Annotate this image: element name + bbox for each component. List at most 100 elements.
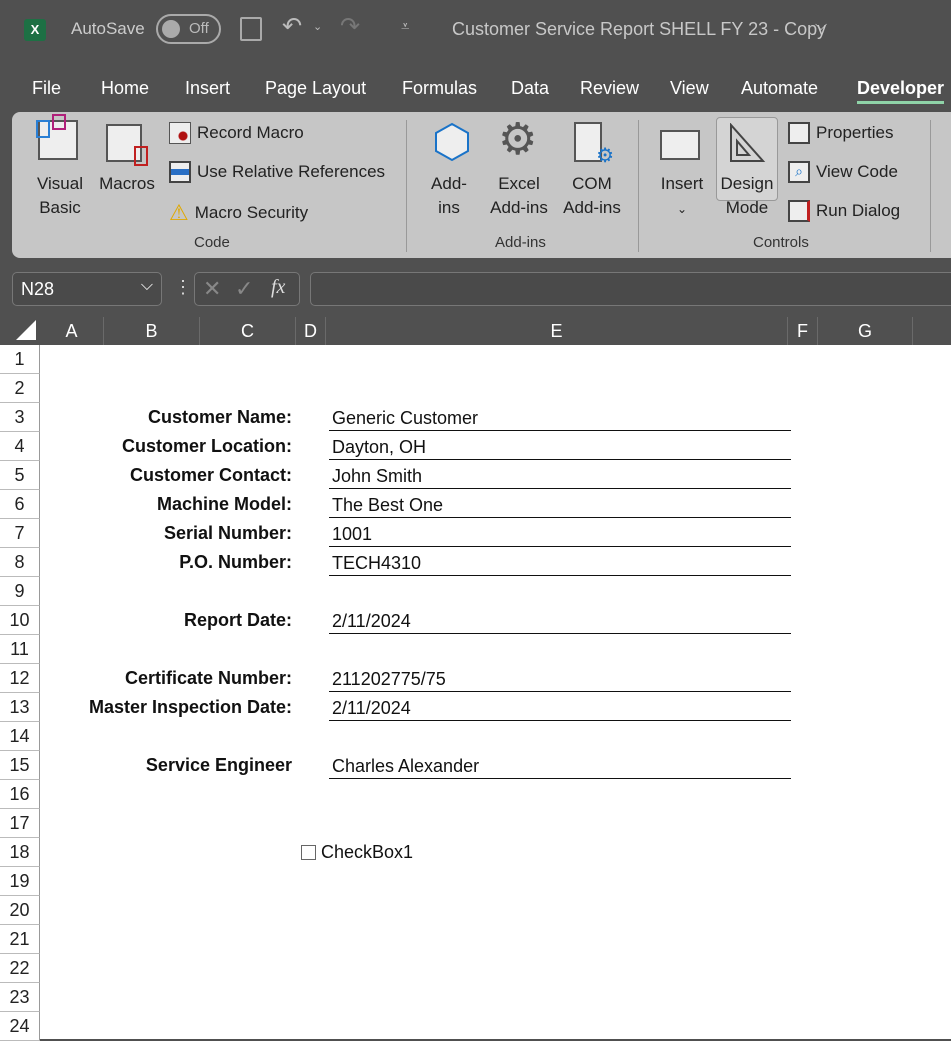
document-title[interactable]: Customer Service Report SHELL FY 23 - Co… bbox=[452, 19, 826, 40]
row-header-20[interactable]: 20 bbox=[0, 896, 40, 925]
row-header-2[interactable]: 2 bbox=[0, 374, 40, 403]
worksheet-grid[interactable]: CheckBox1 Customer Name: Generic Customer… bbox=[40, 345, 951, 1039]
field-label: Customer Name: bbox=[147, 407, 292, 427]
customize-qat-icon[interactable]: ⩡ bbox=[401, 18, 409, 35]
field-value-cell[interactable]: 1001 bbox=[329, 519, 791, 547]
tab-formulas[interactable]: Formulas bbox=[402, 78, 477, 99]
checkbox-icon[interactable] bbox=[301, 845, 316, 860]
tab-file[interactable]: File bbox=[32, 78, 61, 99]
tab-insert[interactable]: Insert bbox=[185, 78, 230, 99]
field-label: Customer Contact: bbox=[129, 465, 292, 485]
row-header-14[interactable]: 14 bbox=[0, 722, 40, 751]
macro-security-button[interactable]: ⚠ Macro Security bbox=[169, 200, 308, 226]
save-icon[interactable] bbox=[240, 17, 262, 41]
field-value-cell[interactable]: John Smith bbox=[329, 461, 791, 489]
insert-function-icon[interactable]: fx bbox=[271, 276, 285, 299]
field-value-cell[interactable]: Charles Alexander bbox=[329, 751, 791, 779]
use-relative-references-button[interactable]: Use Relative References bbox=[169, 161, 385, 183]
title-bar: X AutoSave Off ↶ ⌄ ↷ ⩡ Customer Service … bbox=[0, 0, 951, 60]
ribbon: Visual Basic Macros Record Macro Use Rel… bbox=[12, 112, 951, 258]
macros-button[interactable]: Macros bbox=[96, 172, 158, 196]
column-header-e[interactable]: E bbox=[326, 317, 788, 345]
tab-data[interactable]: Data bbox=[511, 78, 549, 99]
code-group-label: Code bbox=[194, 234, 230, 251]
row-header-21[interactable]: 21 bbox=[0, 925, 40, 954]
row-header-7[interactable]: 7 bbox=[0, 519, 40, 548]
field-value-cell[interactable]: Generic Customer bbox=[329, 403, 791, 431]
tab-developer[interactable]: Developer bbox=[857, 78, 945, 104]
row-header-15[interactable]: 15 bbox=[0, 751, 40, 780]
visual-basic-button[interactable]: Visual Basic bbox=[32, 172, 88, 220]
row-header-8[interactable]: 8 bbox=[0, 548, 40, 577]
field-value-cell[interactable]: 2/11/2024 bbox=[329, 606, 791, 634]
addins-button[interactable]: Add-ins bbox=[424, 172, 474, 220]
column-header-c[interactable]: C bbox=[200, 317, 296, 345]
autosave-toggle[interactable]: Off bbox=[156, 14, 221, 44]
row-header-24[interactable]: 24 bbox=[0, 1012, 40, 1041]
row-header-3[interactable]: 3 bbox=[0, 403, 40, 432]
record-macro-button[interactable]: Record Macro bbox=[169, 122, 304, 144]
more-options-icon[interactable]: ⋮ bbox=[174, 277, 192, 298]
row-header-9[interactable]: 9 bbox=[0, 577, 40, 606]
run-dialog-button[interactable]: Run Dialog bbox=[788, 200, 900, 222]
tab-view[interactable]: View bbox=[670, 78, 709, 99]
undo-dropdown-icon[interactable]: ⌄ bbox=[313, 20, 322, 33]
field-value-cell[interactable]: Dayton, OH bbox=[329, 432, 791, 460]
column-header-g[interactable]: G bbox=[818, 317, 913, 345]
select-all-corner[interactable] bbox=[16, 320, 36, 340]
row-header-1[interactable]: 1 bbox=[0, 345, 40, 374]
row-header-19[interactable]: 19 bbox=[0, 867, 40, 896]
tab-automate[interactable]: Automate bbox=[741, 78, 818, 99]
group-separator bbox=[406, 120, 407, 252]
controls-group-label: Controls bbox=[753, 234, 809, 251]
row-header-6[interactable]: 6 bbox=[0, 490, 40, 519]
checkbox1[interactable]: CheckBox1 bbox=[301, 842, 413, 863]
chevron-down-icon[interactable]: ⌵ bbox=[141, 277, 153, 295]
row-header-10[interactable]: 10 bbox=[0, 606, 40, 635]
addins-group-label: Add-ins bbox=[495, 234, 546, 251]
row-header-13[interactable]: 13 bbox=[0, 693, 40, 722]
field-value-cell[interactable]: 2/11/2024 bbox=[329, 693, 791, 721]
undo-icon[interactable]: ↶ bbox=[282, 12, 302, 41]
insert-controls-button[interactable]: Insert ⌄ bbox=[654, 172, 710, 221]
field-value-cell[interactable]: The Best One bbox=[329, 490, 791, 518]
formula-input[interactable] bbox=[310, 272, 951, 306]
gear-icon: ⚙ bbox=[498, 115, 538, 164]
row-header-16[interactable]: 16 bbox=[0, 780, 40, 809]
name-box[interactable]: N28 ⌵ bbox=[12, 272, 162, 306]
row-header-4[interactable]: 4 bbox=[0, 432, 40, 461]
column-header-b[interactable]: B bbox=[104, 317, 200, 345]
com-addins-button[interactable]: COM Add-ins bbox=[557, 172, 627, 220]
warning-icon: ⚠ bbox=[169, 200, 189, 225]
design-mode-button[interactable]: Design Mode bbox=[716, 117, 778, 217]
view-code-button[interactable]: ⌕ View Code bbox=[788, 161, 898, 183]
row-header-5[interactable]: 5 bbox=[0, 461, 40, 490]
row-header-18[interactable]: 18 bbox=[0, 838, 40, 867]
field-label: Serial Number: bbox=[163, 523, 292, 543]
field-value-cell[interactable]: 211202775/75 bbox=[329, 664, 791, 692]
triangle-ruler-icon bbox=[730, 123, 766, 162]
autosave-label: AutoSave bbox=[71, 19, 145, 38]
field-label: Customer Location: bbox=[121, 436, 292, 456]
chevron-down-icon[interactable]: ⌵ bbox=[815, 17, 827, 35]
column-header-a[interactable]: A bbox=[40, 317, 104, 345]
row-header-23[interactable]: 23 bbox=[0, 983, 40, 1012]
field-value-cell[interactable]: TECH4310 bbox=[329, 548, 791, 576]
row-header-11[interactable]: 11 bbox=[0, 635, 40, 664]
excel-icon: X bbox=[24, 19, 46, 41]
row-header-22[interactable]: 22 bbox=[0, 954, 40, 983]
tab-page-layout[interactable]: Page Layout bbox=[265, 78, 366, 99]
properties-button[interactable]: Properties bbox=[788, 122, 893, 144]
column-header-d[interactable]: D bbox=[296, 317, 326, 345]
excel-addins-button[interactable]: Excel Add-ins bbox=[484, 172, 554, 220]
redo-icon[interactable]: ↷ bbox=[340, 12, 360, 41]
column-header-f[interactable]: F bbox=[788, 317, 818, 345]
enter-icon[interactable]: ✓ bbox=[235, 276, 253, 302]
tab-review[interactable]: Review bbox=[580, 78, 639, 99]
tab-home[interactable]: Home bbox=[101, 78, 149, 99]
cancel-icon[interactable]: ✕ bbox=[203, 276, 221, 302]
run-dialog-icon bbox=[788, 200, 810, 222]
row-header-12[interactable]: 12 bbox=[0, 664, 40, 693]
addins-icon bbox=[430, 122, 474, 166]
row-header-17[interactable]: 17 bbox=[0, 809, 40, 838]
